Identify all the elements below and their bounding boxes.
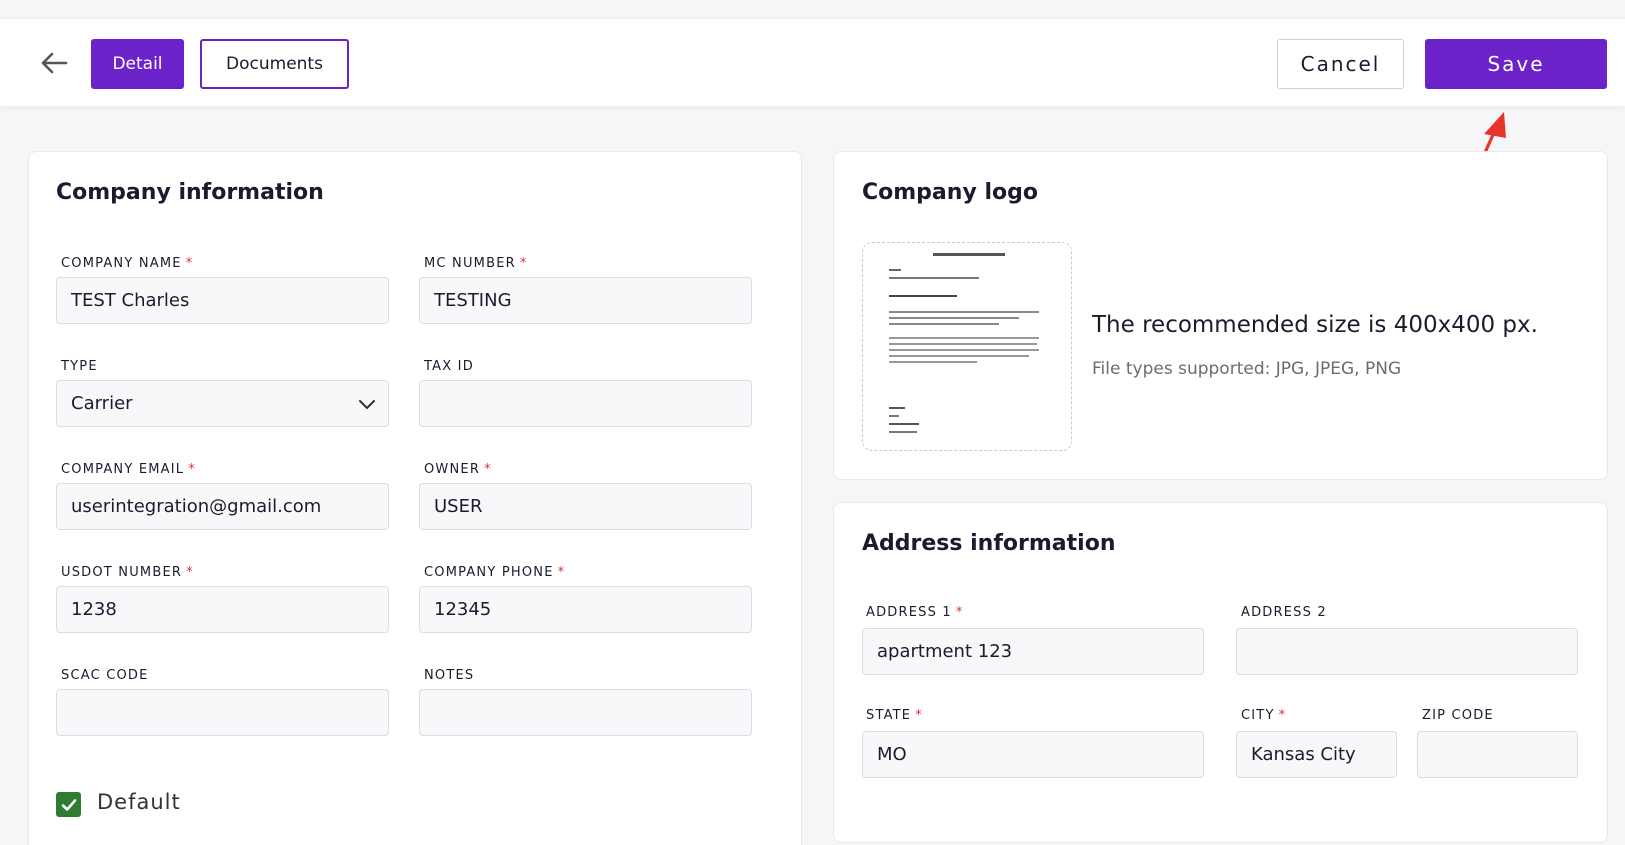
company-email-label: COMPANY EMAIL *: [61, 462, 196, 477]
company-logo-card: Company logo The recommended size is 400…: [833, 151, 1608, 480]
recommended-size-text: The recommended size is 400x400 px.: [1092, 312, 1538, 338]
company-phone-label: COMPANY PHONE *: [424, 565, 566, 580]
scac-code-input[interactable]: [56, 689, 389, 736]
state-label: STATE *: [866, 708, 923, 723]
arrow-left-icon[interactable]: [36, 45, 72, 81]
default-checkbox[interactable]: [56, 792, 81, 817]
company-logo-title: Company logo: [862, 180, 1038, 205]
type-select-value: Carrier: [71, 393, 133, 414]
company-information-title: Company information: [56, 180, 324, 205]
save-button[interactable]: Save: [1425, 39, 1607, 89]
zip-code-input[interactable]: [1417, 731, 1578, 778]
tab-documents[interactable]: Documents: [200, 39, 349, 89]
address2-input[interactable]: [1236, 628, 1578, 675]
scac-code-label: SCAC CODE: [61, 668, 149, 683]
tab-detail[interactable]: Detail: [91, 39, 184, 89]
notes-input[interactable]: [419, 689, 752, 736]
owner-label: OWNER *: [424, 462, 492, 477]
address-information-card: Address information ADDRESS 1 * apartment…: [833, 502, 1608, 843]
mc-number-input[interactable]: TESTING: [419, 277, 752, 324]
usdot-number-label: USDOT NUMBER *: [61, 565, 194, 580]
file-types-text: File types supported: JPG, JPEG, PNG: [1092, 359, 1402, 379]
type-label: TYPE: [61, 359, 98, 374]
state-input[interactable]: MO: [862, 731, 1204, 778]
address1-label: ADDRESS 1 *: [866, 605, 964, 620]
tax-id-label: TAX ID: [424, 359, 474, 374]
notes-label: NOTES: [424, 668, 475, 683]
usdot-number-input[interactable]: 1238: [56, 586, 389, 633]
chevron-down-icon: [359, 400, 375, 409]
city-label: CITY *: [1241, 708, 1287, 723]
company-name-label: COMPANY NAME *: [61, 256, 194, 271]
cancel-button[interactable]: Cancel: [1277, 39, 1404, 89]
company-email-input[interactable]: userintegration@gmail.com: [56, 483, 389, 530]
logo-thumbnail[interactable]: [862, 242, 1072, 451]
tax-id-input[interactable]: [419, 380, 752, 427]
city-input[interactable]: Kansas City: [1236, 731, 1397, 778]
address1-input[interactable]: apartment 123: [862, 628, 1204, 675]
type-select[interactable]: Carrier: [56, 380, 389, 427]
zip-code-label: ZIP CODE: [1422, 708, 1494, 723]
default-label: Default: [97, 790, 181, 814]
company-information-card: Company information COMPANY NAME * TEST C…: [28, 151, 802, 845]
company-name-input[interactable]: TEST Charles: [56, 277, 389, 324]
company-phone-input[interactable]: 12345: [419, 586, 752, 633]
address-information-title: Address information: [862, 531, 1116, 556]
document-preview-image: [889, 253, 1039, 433]
checkmark-icon: [61, 798, 76, 811]
address2-label: ADDRESS 2: [1241, 605, 1327, 620]
owner-input[interactable]: USER: [419, 483, 752, 530]
top-bar: Detail Documents Cancel Save: [0, 18, 1625, 106]
mc-number-label: MC NUMBER *: [424, 256, 528, 271]
